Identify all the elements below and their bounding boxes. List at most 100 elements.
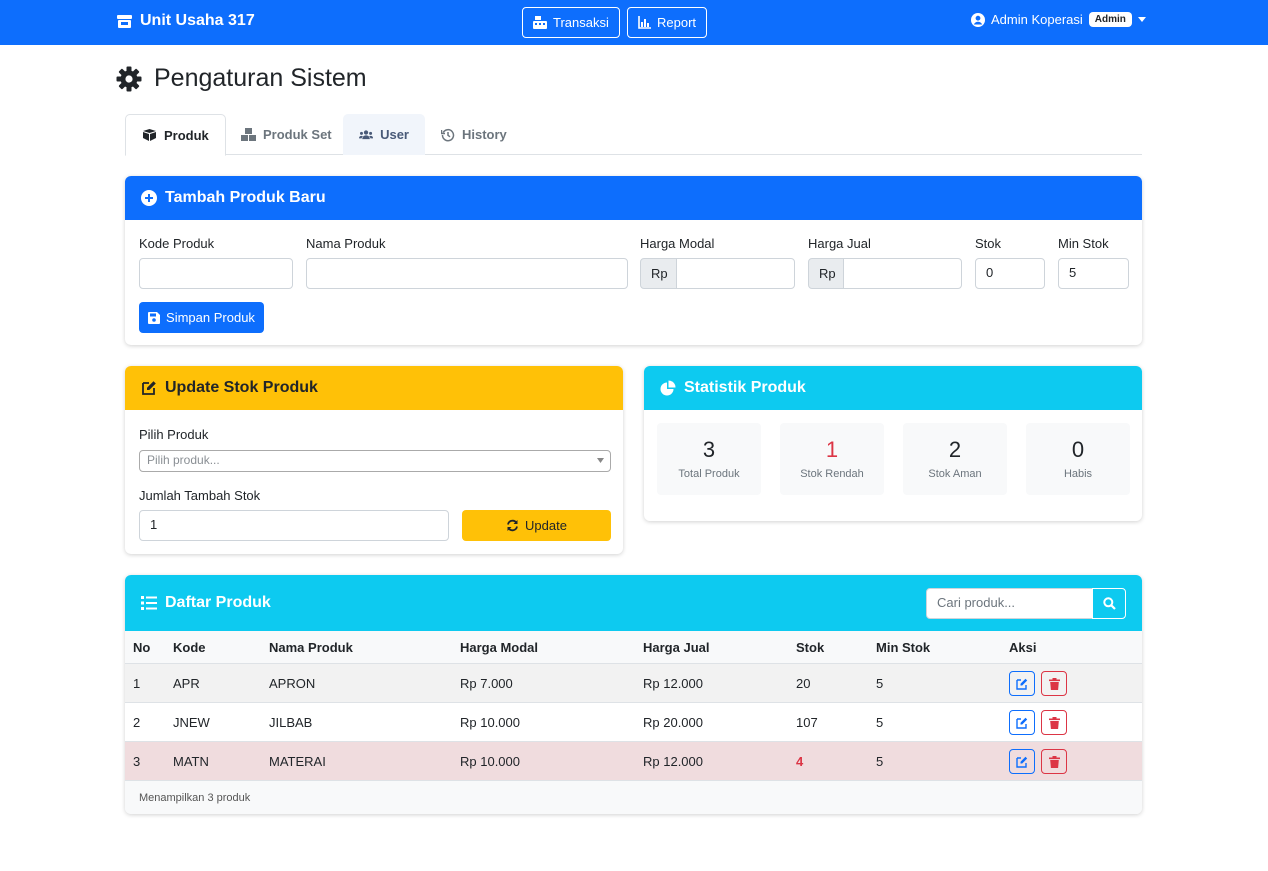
cell-nama: JILBAB <box>269 715 313 730</box>
cell-nama: APRON <box>269 676 316 691</box>
cell-modal: Rp 10.000 <box>460 715 520 730</box>
pilih-produk-label: Pilih Produk <box>139 427 209 442</box>
stat-habis: 0 Habis <box>1026 423 1130 495</box>
tab-history[interactable]: History <box>425 114 523 155</box>
col-kode: Kode <box>173 640 206 655</box>
stok-input[interactable]: 0 <box>975 258 1045 289</box>
transaksi-button[interactable]: Transaksi <box>522 7 620 38</box>
stat-value: 0 <box>1071 437 1085 462</box>
statistics-title: Statistik Produk <box>684 379 806 396</box>
simpan-produk-button[interactable]: Simpan Produk <box>139 302 264 333</box>
cell-modal: Rp 10.000 <box>460 754 520 769</box>
edit-button[interactable] <box>1009 671 1035 696</box>
edit-icon <box>1016 678 1028 690</box>
stat-label: Total Produk <box>678 468 740 480</box>
settings-tabs: Produk Produk Set User History <box>125 114 1142 156</box>
cell-stok: 4 <box>796 754 804 769</box>
cash-register-icon <box>533 16 547 29</box>
trash-icon <box>1048 716 1060 729</box>
statistics-header: Statistik Produk <box>644 366 1142 410</box>
edit-button[interactable] <box>1009 749 1035 774</box>
delete-button[interactable] <box>1041 749 1067 774</box>
report-button[interactable]: Report <box>627 7 708 38</box>
table-row-low-stock: 3 MATN MATERAI Rp 10.000 Rp 12.000 4 5 <box>125 742 1142 781</box>
update-button[interactable]: Update <box>462 510 611 541</box>
gear-icon <box>116 66 142 91</box>
caret-down-icon <box>597 458 604 463</box>
harga-modal-input[interactable] <box>676 258 795 289</box>
delete-button[interactable] <box>1041 671 1067 696</box>
edit-icon <box>142 381 156 395</box>
stat-label: Habis <box>1063 468 1093 480</box>
brand[interactable]: Unit Usaha 317 <box>116 12 255 30</box>
modal-label: Harga Modal <box>640 236 715 251</box>
modal-currency-addon: Rp <box>640 258 677 289</box>
transaksi-label: Transaksi <box>553 15 609 30</box>
cell-min-stok: 5 <box>876 715 884 730</box>
col-nama: Nama Produk <box>269 640 353 655</box>
store-icon <box>117 14 132 28</box>
edit-icon <box>1016 717 1028 729</box>
update-stock-title: Update Stok Produk <box>165 379 318 396</box>
cell-no: 2 <box>133 715 141 730</box>
tab-produk[interactable]: Produk <box>125 114 226 156</box>
delete-button[interactable] <box>1041 710 1067 735</box>
add-product-title: Tambah Produk Baru <box>165 189 326 206</box>
update-label: Update <box>525 518 567 533</box>
cell-nama: MATERAI <box>269 754 326 769</box>
sync-icon <box>507 519 518 532</box>
product-list-card: Daftar Produk Cari produk... No Kode Nam… <box>125 575 1142 814</box>
table-row: 1 APR APRON Rp 7.000 Rp 12.000 20 5 <box>125 664 1142 703</box>
nama-produk-input[interactable] <box>306 258 628 289</box>
box-icon <box>143 129 156 141</box>
update-stock-header: Update Stok Produk <box>125 366 623 410</box>
tab-label: History <box>462 127 507 142</box>
history-icon <box>441 128 455 141</box>
statistics-card: Statistik Produk 3 Total Produk 1 Stok R… <box>644 366 1142 521</box>
jual-label: Harga Jual <box>808 236 871 251</box>
col-jual: Harga Jual <box>643 640 710 655</box>
cell-jual: Rp 12.000 <box>643 754 703 769</box>
user-menu[interactable]: Admin Koperasi Admin <box>971 12 1146 27</box>
jumlah-label: Jumlah Tambah Stok <box>139 488 261 503</box>
nama-label: Nama Produk <box>306 236 386 251</box>
boxes-icon <box>241 128 256 141</box>
add-product-header: Tambah Produk Baru <box>125 176 1142 220</box>
cell-kode: MATN <box>173 754 209 769</box>
tab-label: Produk <box>164 127 209 143</box>
cell-jual: Rp 12.000 <box>643 676 703 691</box>
tab-produk-set[interactable]: Produk Set <box>225 114 348 155</box>
table-footer: Menampilkan 3 produk <box>125 781 1142 814</box>
cell-jual: Rp 20.000 <box>643 715 703 730</box>
user-circle-icon <box>971 12 985 27</box>
kode-produk-input[interactable] <box>139 258 293 289</box>
cell-kode: JNEW <box>173 715 210 730</box>
stat-label: Stok Rendah <box>800 468 864 480</box>
edit-button[interactable] <box>1009 710 1035 735</box>
top-navbar: Unit Usaha 317 Transaksi Report Admin Ko… <box>0 0 1268 45</box>
save-icon <box>148 311 161 324</box>
pilih-produk-placeholder: Pilih produk... <box>147 453 220 467</box>
product-list-title: Daftar Produk <box>165 594 271 611</box>
pilih-produk-select[interactable]: Pilih produk... <box>139 450 611 472</box>
chevron-down-icon <box>1137 17 1146 22</box>
pie-chart-icon <box>660 380 676 396</box>
min-stok-input[interactable]: 5 <box>1058 258 1129 289</box>
search-input[interactable]: Cari produk... <box>926 588 1093 619</box>
page-title-text: Pengaturan Sistem <box>154 64 367 92</box>
edit-icon <box>1016 756 1028 768</box>
harga-jual-input[interactable] <box>843 258 962 289</box>
search-button[interactable] <box>1092 588 1126 619</box>
tab-user[interactable]: User <box>343 114 425 155</box>
cell-min-stok: 5 <box>876 676 884 691</box>
col-min-stok: Min Stok <box>876 640 931 655</box>
stat-value: 3 <box>702 437 716 462</box>
jumlah-input[interactable]: 1 <box>139 510 449 541</box>
col-modal: Harga Modal <box>460 640 539 655</box>
stat-value: 1 <box>825 437 839 462</box>
col-stok: Stok <box>796 640 825 655</box>
table-row: 2 JNEW JILBAB Rp 10.000 Rp 20.000 107 5 <box>125 703 1142 742</box>
search-icon <box>1102 597 1116 610</box>
report-label: Report <box>657 15 697 30</box>
cell-kode: APR <box>173 676 200 691</box>
